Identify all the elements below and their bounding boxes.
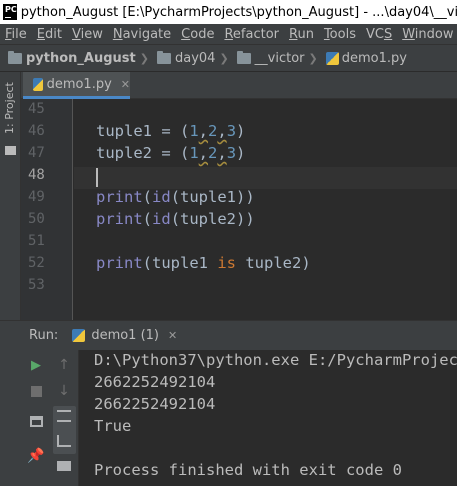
console-line: D:\Python37\python.exe E:/PycharmProject… [94, 351, 457, 369]
menu-tools[interactable]: Tools [319, 27, 361, 42]
current-line-highlight [74, 167, 457, 189]
folder-icon [236, 50, 251, 64]
chevron-right-icon: ❯ [139, 51, 149, 65]
project-tool-tab[interactable]: 1: Project [2, 82, 19, 192]
left-tool-strip: 1: Project [0, 72, 21, 320]
breadcrumb-project-label: python_August [26, 50, 136, 66]
breadcrumb-file-label: demo1.py [341, 50, 407, 66]
folder-icon [8, 50, 22, 64]
console-line: Process finished with exit code 0 [94, 461, 402, 479]
breadcrumb-project[interactable]: python_August ❯ [0, 50, 149, 66]
window-title: python_August [E:\PycharmProjects\python… [20, 4, 457, 20]
python-file-icon [33, 77, 43, 91]
menu-edit[interactable]: Edit [32, 27, 67, 42]
run-tab-demo1[interactable]: demo1 (1) ✕ [72, 328, 177, 343]
run-panel-header: Run: demo1 (1) ✕ [0, 320, 457, 350]
print-icon[interactable] [56, 458, 72, 474]
stop-icon[interactable] [28, 383, 44, 399]
code-line-46: tuple1 = (1,2,3) [96, 122, 246, 140]
breadcrumb-day04[interactable]: day04 ❯ [149, 50, 229, 66]
line-number: 53 [28, 277, 45, 293]
editor-tab-bar: demo1.py ✕ [21, 72, 457, 99]
tab-label: demo1.py [46, 76, 112, 92]
menu-code[interactable]: Code [176, 27, 219, 42]
menu-vcs[interactable]: VCS [361, 27, 397, 42]
code-line-49: print(id(tuple1)) [96, 188, 255, 206]
run-tab-label: demo1 (1) [91, 328, 159, 343]
restore-layout-icon[interactable] [28, 413, 44, 429]
menu-run[interactable]: Run [284, 27, 319, 42]
folder-icon [156, 50, 171, 64]
folder-icon [5, 146, 16, 155]
arrow-down-icon[interactable]: ↓ [56, 383, 72, 399]
pycharm-logo-icon: PC [3, 4, 17, 20]
chevron-right-icon: ❯ [219, 51, 229, 65]
line-number: 49 [28, 189, 45, 205]
code-line-47: tuple2 = (1,2,3) [96, 144, 246, 162]
console-line: True [94, 417, 132, 435]
line-number-current: 48 [28, 167, 45, 183]
close-icon[interactable]: ✕ [121, 78, 130, 91]
console-line: 2662252492104 [94, 395, 216, 413]
pin-icon[interactable]: 📌 [27, 448, 44, 464]
rerun-icon[interactable]: ▶ [28, 357, 44, 373]
line-number: 46 [28, 123, 45, 139]
menu-view[interactable]: View [67, 27, 108, 42]
line-number: 50 [28, 211, 45, 227]
line-number-gutter: 45 46 47 48 49 50 51 52 53 [21, 99, 73, 320]
tab-demo1[interactable]: demo1.py ✕ [23, 72, 130, 99]
menu-refactor[interactable]: Refactor [219, 27, 284, 42]
run-panel-title: Run: [29, 328, 59, 343]
line-number: 47 [28, 145, 45, 161]
run-toolbar: ▶ ↑ ↓ 📌 [0, 350, 79, 486]
python-run-icon [72, 329, 86, 342]
line-number: 51 [28, 233, 45, 249]
run-console[interactable]: D:\Python37\python.exe E:/PycharmProject… [80, 350, 457, 486]
line-number: 52 [28, 255, 45, 271]
console-line: 2662252492104 [94, 373, 216, 391]
menu-window[interactable]: Window [397, 27, 457, 42]
close-icon[interactable]: ✕ [168, 329, 177, 342]
breadcrumb-day04-label: day04 [174, 50, 216, 66]
arrow-up-icon[interactable]: ↑ [56, 357, 72, 373]
menu-navigate[interactable]: Navigate [108, 27, 176, 42]
line-number: 45 [28, 101, 45, 117]
breadcrumb: python_August ❯ day04 ❯ __victor ❯ demo1… [0, 45, 457, 72]
chevron-right-icon: ❯ [308, 51, 318, 65]
python-file-icon [325, 51, 339, 65]
code-editor[interactable]: tuple1 = (1,2,3) tuple2 = (1,2,3) print(… [74, 99, 457, 320]
soft-wrap-icon[interactable] [56, 408, 72, 424]
code-line-50: print(id(tuple2)) [96, 210, 255, 228]
menu-file[interactable]: File [0, 27, 32, 42]
code-line-52: print(tuple1 is tuple2) [96, 254, 311, 272]
window-title-bar: PC python_August [E:\PycharmProjects\pyt… [0, 0, 457, 24]
breadcrumb-victor[interactable]: __victor ❯ [229, 50, 318, 66]
project-tab-label: 1: Project [3, 82, 16, 134]
scroll-to-end-icon[interactable] [56, 433, 72, 449]
menu-bar: File Edit View Navigate Code Refactor Ru… [0, 24, 457, 45]
breadcrumb-victor-label: __victor [254, 50, 305, 66]
breadcrumb-file[interactable]: demo1.py [318, 51, 407, 66]
text-caret [96, 168, 98, 187]
